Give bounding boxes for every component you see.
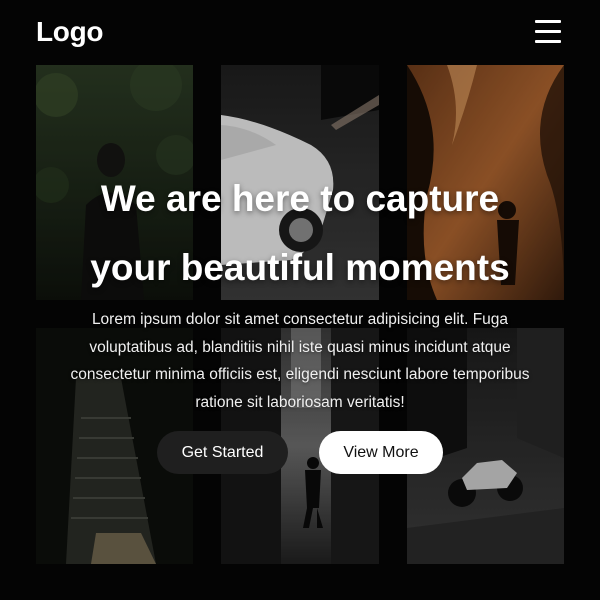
menu-bar — [535, 40, 561, 43]
menu-bar — [535, 20, 561, 23]
hamburger-menu-icon[interactable] — [535, 20, 561, 44]
view-more-button[interactable]: View More — [319, 431, 443, 474]
hero-title: We are here to capture your beautiful mo… — [0, 164, 600, 302]
hero-description: Lorem ipsum dolor sit amet consectetur a… — [70, 311, 530, 411]
site-header: Logo — [0, 0, 600, 64]
get-started-button[interactable]: Get Started — [157, 431, 288, 474]
logo[interactable]: Logo — [36, 16, 104, 48]
menu-bar — [535, 30, 561, 33]
hero-title-line1: We are here to capture — [100, 178, 500, 219]
hero-title-line2: your beautiful moments — [90, 247, 510, 288]
